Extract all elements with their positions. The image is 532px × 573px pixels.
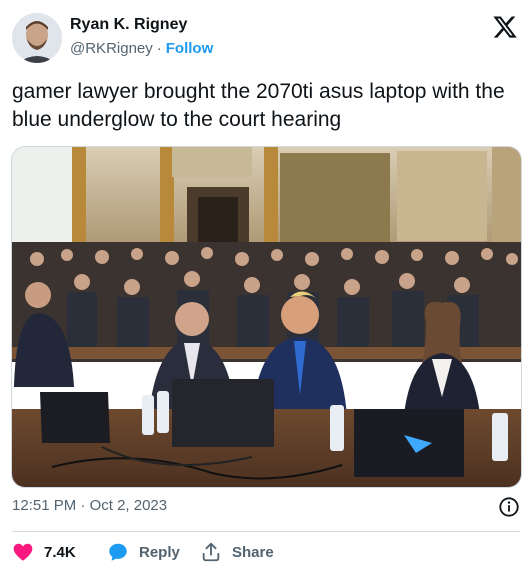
- reply-label: Reply: [139, 543, 180, 561]
- reply-bubble-icon: [109, 543, 127, 561]
- like-button[interactable]: 7.4K: [12, 540, 76, 564]
- like-count: 7.4K: [44, 543, 76, 561]
- heart-icon: [13, 543, 33, 561]
- tweet-photo[interactable]: [11, 146, 522, 488]
- tweet-date: Oct 2, 2023: [89, 497, 168, 514]
- share-button[interactable]: Share: [200, 540, 274, 564]
- avatar[interactable]: [12, 13, 62, 63]
- divider: [12, 531, 520, 532]
- separator: ·: [156, 40, 162, 57]
- tweet-time: 12:51 PM: [12, 497, 77, 514]
- follow-button[interactable]: Follow: [166, 40, 214, 57]
- author-name[interactable]: Ryan K. Rigney: [70, 16, 187, 34]
- separator: ·: [80, 497, 86, 514]
- handle-row: @RKRigney · Follow: [70, 40, 213, 57]
- timestamp[interactable]: 12:51 PM · Oct 2, 2023: [12, 497, 167, 514]
- reply-button[interactable]: Reply: [107, 540, 180, 564]
- action-bar: 7.4K Reply Share: [12, 540, 520, 566]
- tweet-text: gamer lawyer brought the 2070ti asus lap…: [12, 80, 505, 131]
- author-handle[interactable]: @RKRigney: [70, 40, 153, 57]
- x-logo-icon[interactable]: [492, 14, 518, 40]
- share-icon: [202, 542, 220, 562]
- tweet-header: Ryan K. Rigney @RKRigney · Follow: [0, 0, 532, 70]
- info-icon[interactable]: [498, 496, 520, 518]
- share-label: Share: [232, 543, 274, 561]
